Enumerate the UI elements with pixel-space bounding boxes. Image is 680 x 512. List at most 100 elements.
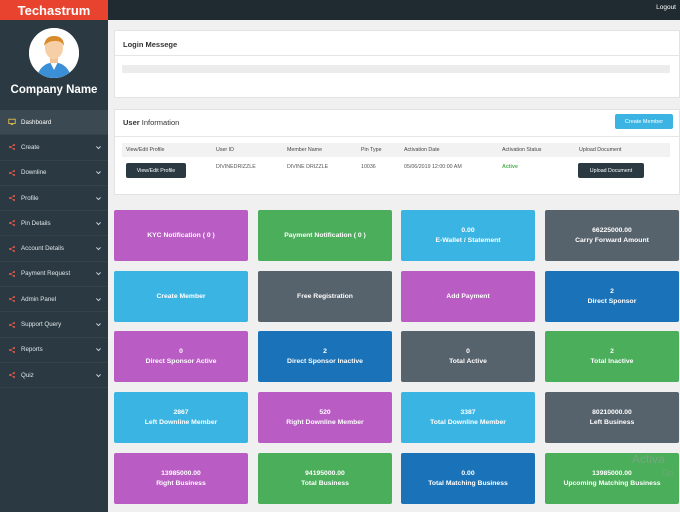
column-header: Pin Type <box>361 147 382 153</box>
share-icon <box>8 169 16 177</box>
tile-label: Total Inactive <box>590 357 634 365</box>
sidebar-item-profile[interactable]: Profile <box>0 186 108 212</box>
create-member-button[interactable]: Create Member <box>615 114 673 129</box>
column-header: User ID <box>216 147 234 153</box>
tile-total-active[interactable]: 0 Total Active <box>401 331 535 382</box>
sidebar-item-quiz[interactable]: Quiz <box>0 363 108 389</box>
sidebar-item-create[interactable]: Create <box>0 135 108 161</box>
share-icon <box>8 143 16 151</box>
tile-label: Create Member <box>156 292 206 300</box>
chevron-down-icon <box>95 245 102 252</box>
sidebar-item-reports[interactable]: Reports <box>0 338 108 363</box>
share-icon <box>8 245 16 253</box>
sidebar-item-support-query[interactable]: Support Query <box>0 312 108 338</box>
sidebar-item-label: Dashboard <box>21 118 52 126</box>
tile-value: 2 <box>323 347 327 355</box>
tile-label: Right Business <box>156 479 206 487</box>
user-id-cell: DIVINEDRIZZLE <box>216 164 256 170</box>
tile-value: 2867 <box>173 408 189 416</box>
sidebar-nav: Dashboard Create Downline Profile Pin Detail… <box>0 110 108 389</box>
avatar[interactable] <box>29 28 79 78</box>
chevron-down-icon <box>95 372 102 379</box>
share-icon <box>8 295 16 303</box>
activation-watermark: Activa <box>632 452 665 466</box>
tile-label: KYC Notification ( 0 ) <box>147 231 215 239</box>
tile-value: 13985000.00 <box>592 469 632 477</box>
sidebar-item-downline[interactable]: Downline <box>0 161 108 186</box>
tile-label: Direct Sponsor <box>587 297 637 305</box>
divider <box>115 136 679 137</box>
sidebar-item-pin-details[interactable]: Pin Details <box>0 211 108 237</box>
tile-carry-forward-amount[interactable]: 66225000.00 Carry Forward Amount <box>545 210 679 261</box>
tile-value: 13985000.00 <box>161 469 201 477</box>
chevron-down-icon <box>95 144 102 151</box>
tile-payment-notification-0[interactable]: Payment Notification ( 0 ) <box>258 210 392 261</box>
tile-label: Total Matching Business <box>428 479 508 487</box>
tile-value: 0 <box>179 347 183 355</box>
divider <box>115 55 679 56</box>
tile-label: Carry Forward Amount <box>575 236 649 244</box>
brand-logo[interactable]: Techastrum <box>0 0 108 20</box>
user-title-rest: Information <box>139 118 180 127</box>
upload-document-button[interactable]: Upload Document <box>578 163 644 178</box>
logout-link[interactable]: Logout <box>656 4 676 11</box>
tile-right-business[interactable]: 13985000.00 Right Business <box>114 453 248 504</box>
tile-value: 520 <box>319 408 331 416</box>
share-icon <box>8 321 16 329</box>
tile-add-payment[interactable]: Add Payment <box>401 271 535 322</box>
sidebar-item-label: Reports <box>21 346 43 354</box>
tile-label: E-Wallet / Statement <box>435 236 501 244</box>
sidebar-item-account-details[interactable]: Account Details <box>0 236 108 262</box>
tile-label: Payment Notification ( 0 ) <box>284 231 366 239</box>
user-information-panel: User Information Create Member View/Edit… <box>114 109 680 195</box>
tile-label: Total Business <box>301 479 349 487</box>
tile-direct-sponsor-active[interactable]: 0 Direct Sponsor Active <box>114 331 248 382</box>
tile-total-matching-business[interactable]: 0.00 Total Matching Business <box>401 453 535 504</box>
tile-label: Free Registration <box>297 292 353 300</box>
login-message-content <box>122 65 670 73</box>
sidebar-item-label: Payment Request <box>21 270 71 278</box>
share-icon <box>8 371 16 379</box>
tile-kyc-notification-0[interactable]: KYC Notification ( 0 ) <box>114 210 248 261</box>
sidebar-item-label: Support Query <box>21 321 62 329</box>
sidebar-item-payment-request[interactable]: Payment Request <box>0 262 108 288</box>
pin-type-cell: 10036 <box>361 164 376 170</box>
tile-e-wallet-statement[interactable]: 0.00 E-Wallet / Statement <box>401 210 535 261</box>
share-icon <box>8 219 16 227</box>
tile-create-member[interactable]: Create Member <box>114 271 248 322</box>
chevron-down-icon <box>95 346 102 353</box>
tile-label: Total Downline Member <box>430 418 506 426</box>
column-header: Activation Date <box>404 147 440 153</box>
tile-value: 0.00 <box>461 469 475 477</box>
tile-value: 2 <box>610 287 614 295</box>
tile-value: 3387 <box>460 408 476 416</box>
tile-free-registration[interactable]: Free Registration <box>258 271 392 322</box>
sidebar-item-dashboard[interactable]: Dashboard <box>0 110 108 136</box>
activation-status-badge: Active <box>502 164 518 170</box>
member-name-cell: DIVINE DRIZZLE <box>287 164 329 170</box>
user-avatar-icon <box>29 28 79 78</box>
tile-label: Direct Sponsor Inactive <box>287 357 363 365</box>
company-name: Company Name <box>10 84 98 96</box>
tile-left-downline-member[interactable]: 2867 Left Downline Member <box>114 392 248 443</box>
tile-label: Left Business <box>589 418 635 426</box>
tile-left-business[interactable]: 80210000.00 Left Business <box>545 392 679 443</box>
sidebar-item-label: Create <box>21 143 40 151</box>
sidebar-item-label: Profile <box>21 194 39 202</box>
tile-value: 94195000.00 <box>305 469 345 477</box>
tile-total-business[interactable]: 94195000.00 Total Business <box>258 453 392 504</box>
share-icon <box>8 346 16 354</box>
tile-total-downline-member[interactable]: 3387 Total Downline Member <box>401 392 535 443</box>
tile-total-inactive[interactable]: 2 Total Inactive <box>545 331 679 382</box>
column-header: Member Name <box>287 147 323 153</box>
tile-direct-sponsor-inactive[interactable]: 2 Direct Sponsor Inactive <box>258 331 392 382</box>
user-information-title: User Information <box>123 118 179 127</box>
tile-right-downline-member[interactable]: 520 Right Downline Member <box>258 392 392 443</box>
sidebar: Techastrum Company Name Dashboard Create D… <box>0 0 108 512</box>
view-edit-profile-button[interactable]: View/Edit Profile <box>126 163 186 178</box>
login-message-title: Login Messege <box>123 40 178 49</box>
column-header: Activation Status <box>502 147 542 153</box>
tile-direct-sponsor[interactable]: 2 Direct Sponsor <box>545 271 679 322</box>
login-message-panel: Login Messege <box>114 30 680 98</box>
sidebar-item-admin-panel[interactable]: Admin Panel <box>0 287 108 313</box>
